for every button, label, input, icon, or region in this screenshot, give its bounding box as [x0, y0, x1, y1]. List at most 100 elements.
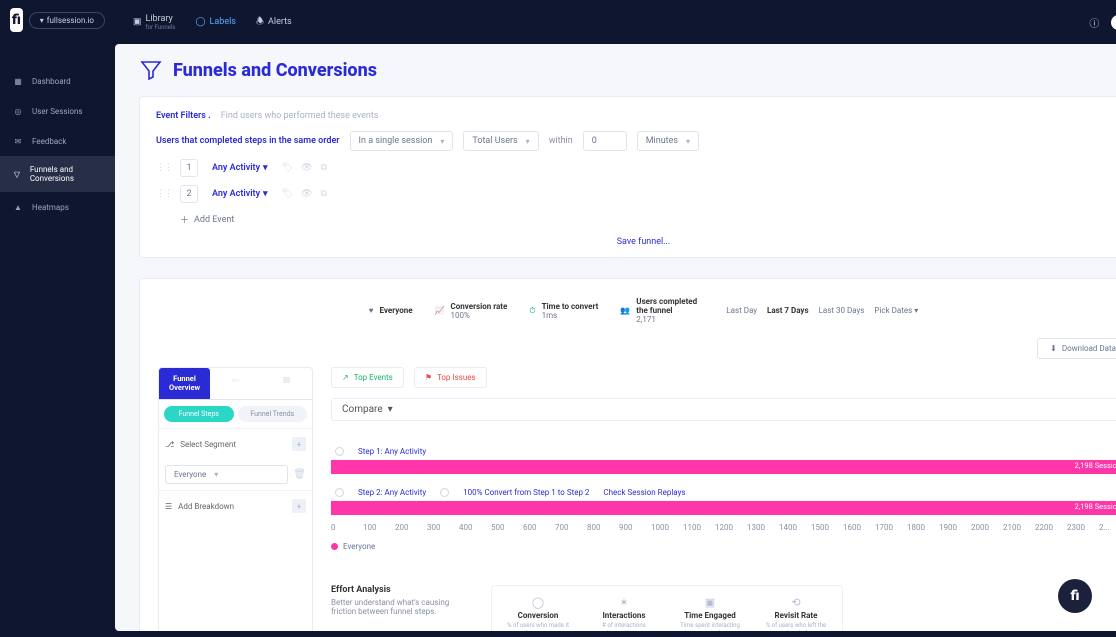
axis-tick: 1800 [907, 523, 937, 532]
funnel-report-card: ♥Everyone 📈Conversion rate100% ⏱Time to … [139, 278, 1116, 631]
drag-handle-icon[interactable]: ⋮⋮ [156, 189, 172, 199]
tab-blank-1[interactable]: 〰 [210, 368, 261, 399]
axis-tick: 1200 [715, 523, 745, 532]
axis-tick: 300 [427, 523, 457, 532]
metric-title: Revisit Rate [764, 611, 828, 620]
within-value-input[interactable] [583, 131, 627, 151]
date-pick-label: Pick Dates [874, 306, 912, 315]
add-event-button[interactable]: ＋ Add Event [180, 213, 1116, 226]
help-float-button[interactable]: fi [1058, 579, 1092, 613]
time-icon: ▣ [678, 596, 742, 609]
compare-label: Compare [342, 404, 383, 415]
top-events-chip[interactable]: ↗Top Events [331, 367, 404, 388]
axis-tick: 1400 [779, 523, 809, 532]
funnel-page-icon [139, 58, 163, 82]
segment-select[interactable]: Everyone [165, 465, 288, 484]
select-segment-row[interactable]: ⎇ Select Segment + [159, 428, 312, 459]
user-scope-select[interactable]: Total Users [463, 131, 538, 151]
eye-icon[interactable]: 👁 [301, 163, 312, 173]
date-pick[interactable]: Pick Dates ▾ [874, 306, 918, 315]
event-filters-title: Event Filters . [156, 111, 211, 121]
date-last-30-days[interactable]: Last 30 Days [819, 306, 865, 315]
session-replays-link[interactable]: Check Session Replays [603, 488, 685, 497]
segment-everyone[interactable]: ♥Everyone [369, 306, 413, 315]
step-number: 1 [180, 159, 198, 177]
sidebar-item-heatmaps[interactable]: ▲ Heatmaps [0, 192, 115, 222]
metric-sub: % of users who left the product before a… [764, 622, 828, 631]
tag-icon[interactable]: 🏷 [282, 189, 293, 199]
user-menu[interactable]: F. SEO [1111, 15, 1116, 30]
info-icon[interactable]: ⓘ [1089, 15, 1099, 30]
top-issues-chip[interactable]: ⚑Top Issues [414, 367, 487, 388]
layers-icon: ☰ [165, 502, 172, 511]
chip-label: Top Issues [437, 373, 476, 382]
activity-value: Any Activity [212, 189, 260, 199]
activity-select[interactable]: Any Activity ▾ [206, 187, 274, 201]
axis-tick: 100 [363, 523, 393, 532]
topnav-sub: for Funnels [146, 24, 176, 31]
sidebar-item-user-sessions[interactable]: ◎ User Sessions [0, 96, 115, 126]
sidebar-item-dashboard[interactable]: ▦ Dashboard [0, 66, 115, 96]
tab-funnel-overview[interactable]: Funnel Overview [159, 368, 210, 399]
tab-blank-2[interactable]: ▤ [261, 368, 312, 399]
sidebar-item-label: Funnels and Conversions [30, 165, 103, 183]
copy-icon[interactable]: ⧉ [320, 163, 326, 173]
date-last-7-days[interactable]: Last 7 Days [767, 306, 809, 315]
compare-button[interactable]: Compare ▾ [331, 398, 1116, 421]
step-name: Step 2: Any Activity [358, 488, 426, 497]
eye-icon[interactable]: 👁 [301, 189, 312, 199]
event-filters-hint: Find users who performed these events [221, 111, 379, 121]
save-funnel-button[interactable]: Save funnel... [617, 237, 671, 247]
metric-title: Conversion [506, 611, 570, 620]
chevron-down-icon: ▾ [263, 163, 268, 173]
topnav-label: Alerts [268, 17, 292, 27]
date-last-day[interactable]: Last Day [726, 306, 757, 315]
download-data-button[interactable]: ⬇Download Data [1037, 338, 1116, 359]
funnel-bar-step-2: 2,198 Sessions [331, 501, 1116, 515]
funnel-controls-panel: Funnel Overview 〰 ▤ Funnel Steps Funnel … [158, 367, 313, 631]
activity-select[interactable]: Any Activity ▾ [206, 161, 274, 175]
brand-logo-icon: fi [10, 8, 23, 32]
convert-rate-note: 100% Convert from Step 1 to Step 2 [463, 488, 589, 497]
pill-funnel-trends[interactable]: Funnel Trends [238, 406, 308, 422]
chip-label: Top Events [354, 373, 393, 382]
chevron-down-icon: ▾ [388, 404, 393, 415]
branch-icon: ⎇ [165, 440, 174, 449]
effort-analysis-title: Effort Analysis [331, 585, 461, 595]
trash-icon[interactable]: 🗑 [293, 469, 306, 480]
tag-icon[interactable]: 🏷 [282, 163, 293, 173]
axis-tick: 1600 [843, 523, 873, 532]
plus-icon[interactable]: + [292, 437, 306, 451]
radio-icon[interactable] [335, 488, 344, 497]
copy-icon[interactable]: ⧉ [320, 189, 326, 199]
radio-icon[interactable] [440, 488, 449, 497]
topnav-label: Labels [210, 17, 236, 27]
topnav-label: Library [146, 14, 176, 24]
box-icon: ▣ [133, 17, 142, 27]
topnav-labels[interactable]: ◯ Labels [195, 17, 235, 27]
legend-label: Everyone [343, 542, 375, 551]
drag-handle-icon[interactable]: ⋮⋮ [156, 163, 172, 173]
site-selector[interactable]: ▾ fullsession.io [29, 12, 105, 29]
topnav-library[interactable]: ▣ Library for Funnels [133, 14, 175, 31]
sidebar-item-feedback[interactable]: ✉ Feedback [0, 126, 115, 156]
funnel-step-row: ⋮⋮ 2 Any Activity ▾ 🏷 👁 ⧉ [156, 185, 1116, 203]
session-scope-select[interactable]: In a single session [350, 131, 454, 151]
clock-icon: ⏱ [529, 306, 535, 316]
pill-funnel-steps[interactable]: Funnel Steps [164, 406, 234, 422]
within-unit-select[interactable]: Minutes [637, 131, 699, 151]
stat-label: Time to convert [542, 302, 599, 311]
chart-icon: 📈 [435, 306, 445, 315]
funnel-bar-step-1: 2,198 Sessions [331, 460, 1116, 474]
add-breakdown-row[interactable]: ☰ Add Breakdown + [159, 490, 312, 521]
axis-tick: 1300 [747, 523, 777, 532]
plus-icon[interactable]: + [292, 499, 306, 513]
radio-icon[interactable] [335, 447, 344, 456]
grid-icon: ▤ [283, 375, 290, 384]
axis-tick: 400 [459, 523, 489, 532]
topnav-alerts[interactable]: 🕭 Alerts [256, 14, 292, 30]
axis-tick: 1100 [683, 523, 713, 532]
sidebar-item-funnels[interactable]: ▽ Funnels and Conversions [0, 156, 115, 192]
select-value: In a single session [359, 136, 433, 146]
stat-label: Users completed the funnel [636, 297, 704, 315]
